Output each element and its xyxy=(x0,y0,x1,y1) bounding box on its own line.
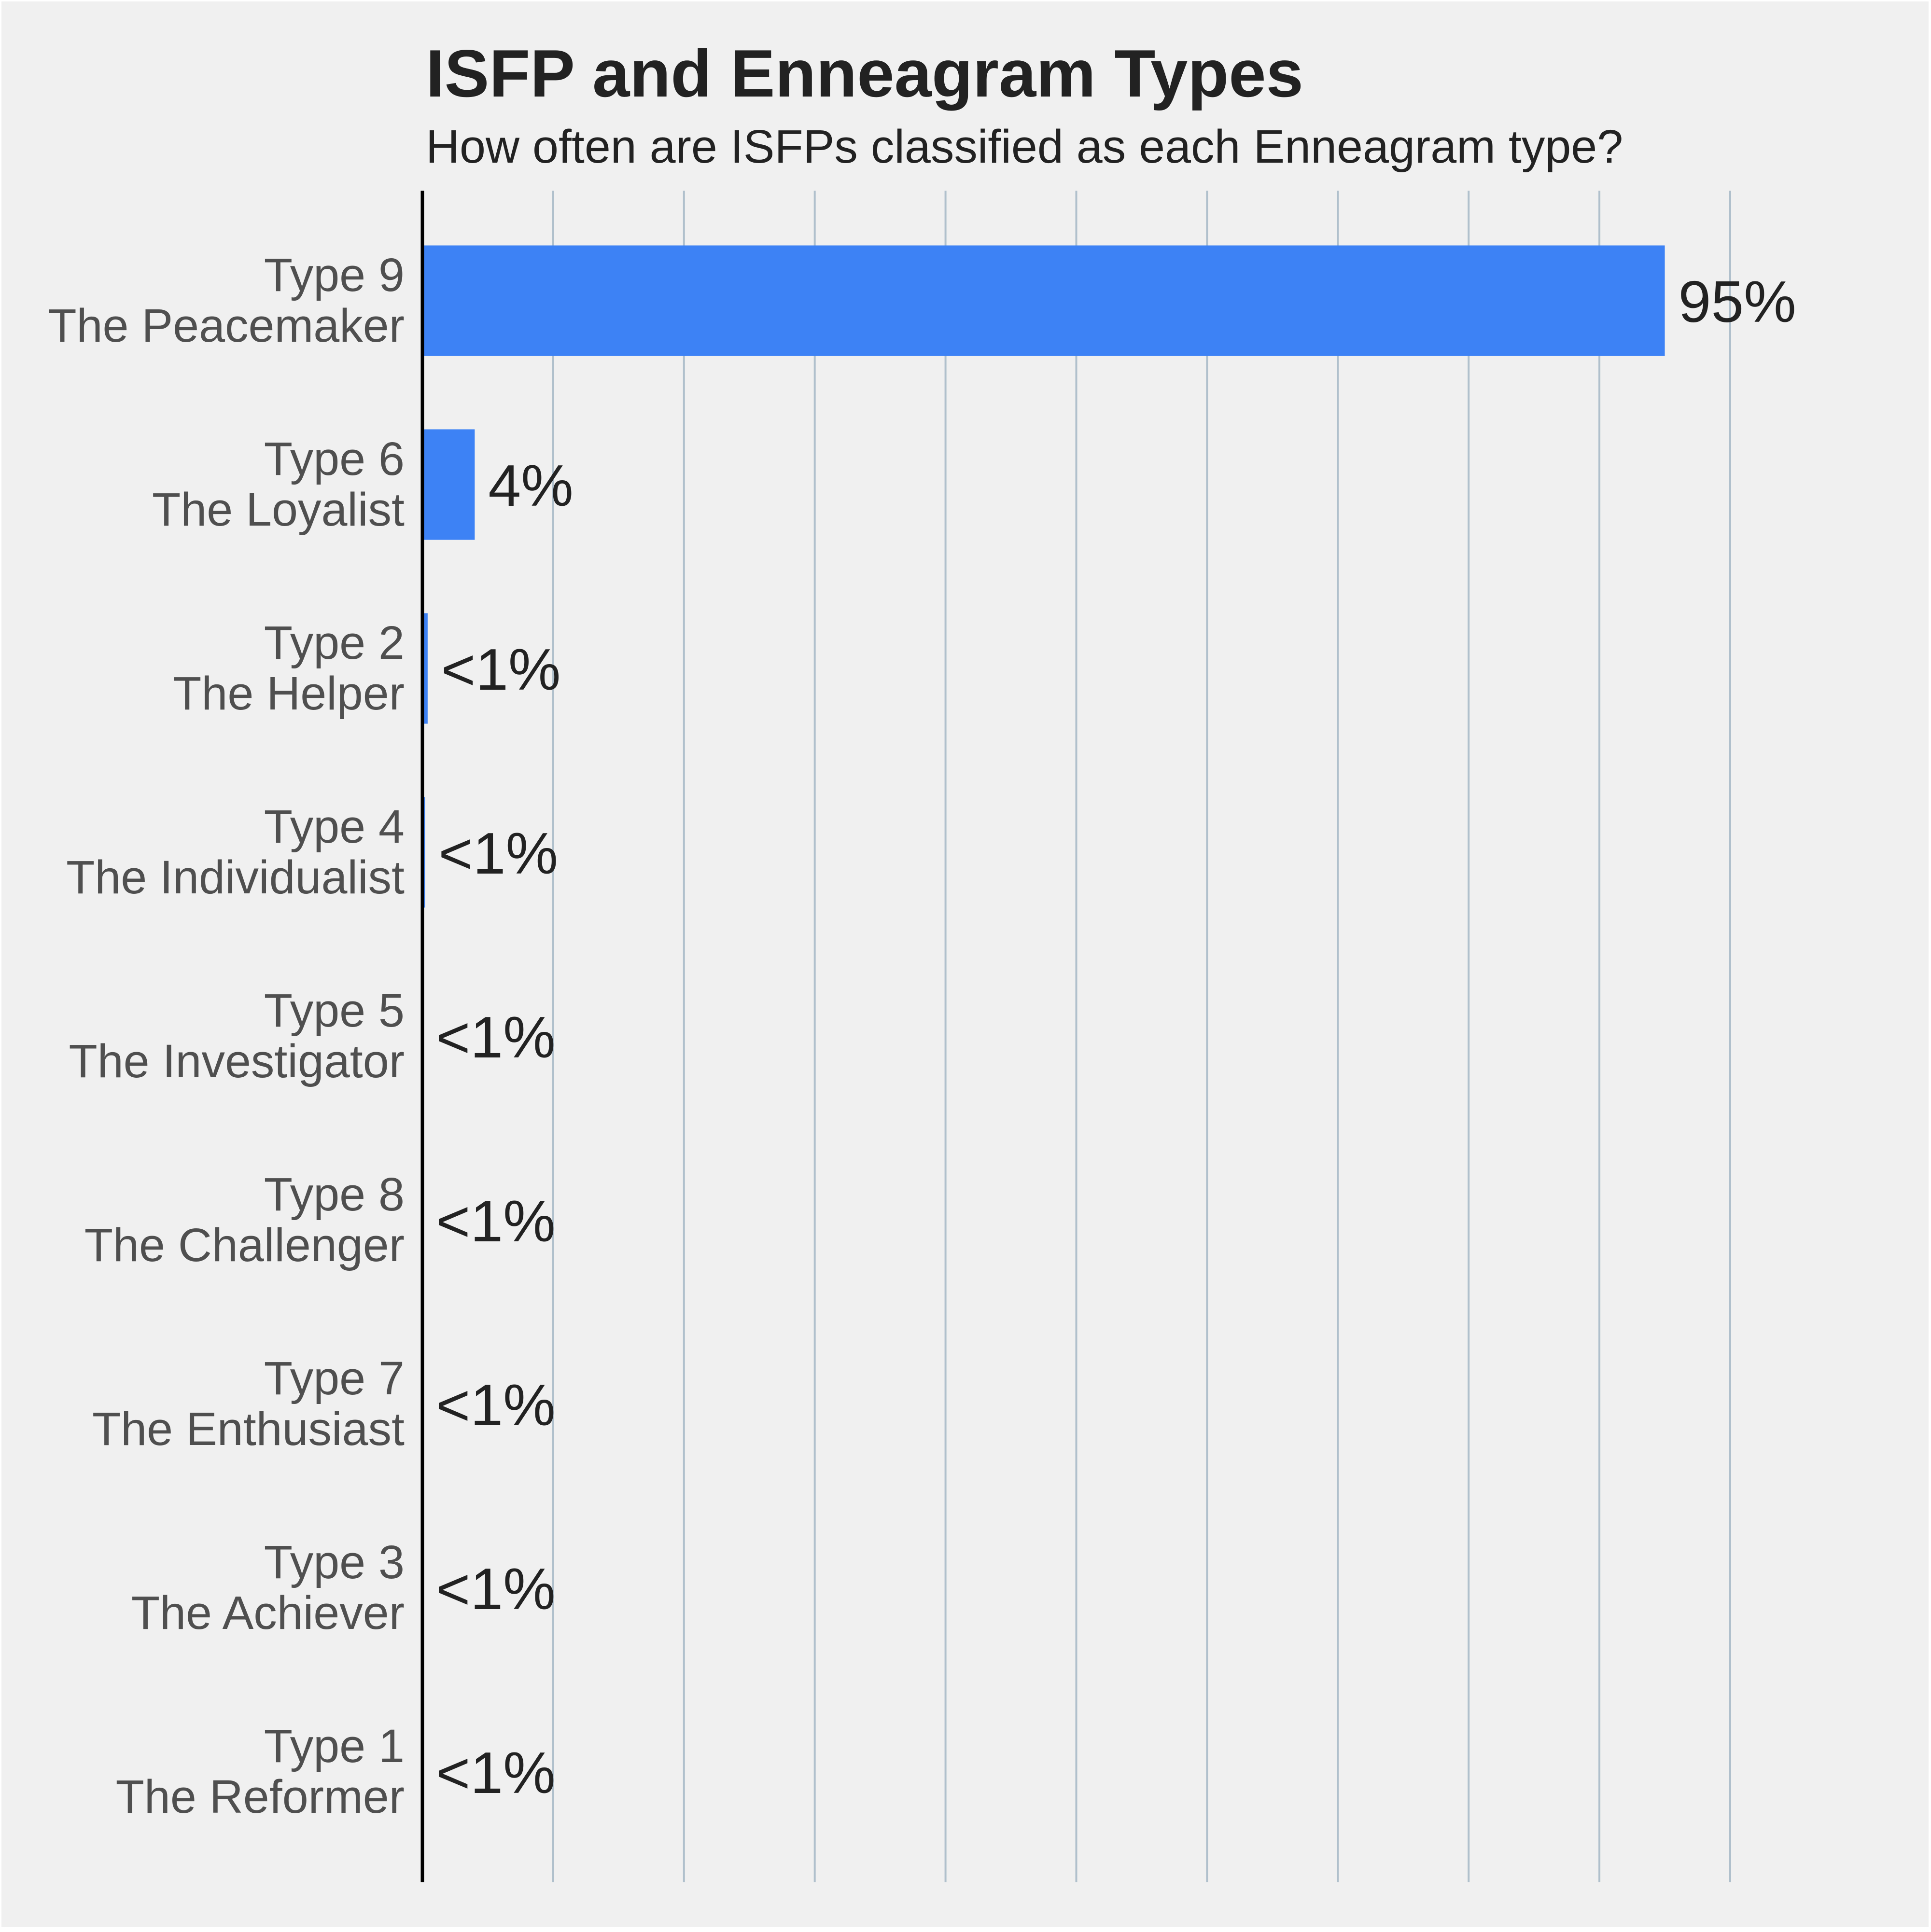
value-label: 4% xyxy=(488,453,573,518)
category-name-label: The Achiever xyxy=(131,1586,405,1639)
category-type-label: Type 3 xyxy=(264,1536,405,1588)
category-name-label: The Loyalist xyxy=(152,483,405,536)
value-label: <1% xyxy=(436,1004,556,1070)
category-name-label: The Reformer xyxy=(116,1770,405,1823)
category-name-label: The Helper xyxy=(173,667,405,720)
chart-title: ISFP and Enneagram Types xyxy=(426,36,1303,111)
category-name-label: The Individualist xyxy=(66,851,405,903)
category-labels: Type 9The Peacemaker Type 6The Loyalist Ty… xyxy=(48,249,405,1823)
gridlines xyxy=(552,191,1731,1882)
value-label: 95% xyxy=(1679,269,1796,334)
chart-canvas: ISFP and Enneagram Types How often are I… xyxy=(1,1,1929,1927)
category-type-label: Type 1 xyxy=(264,1720,405,1772)
value-label: <1% xyxy=(438,820,558,886)
category-type-label: Type 8 xyxy=(264,1168,405,1221)
chart-subtitle: How often are ISFPs classified as each E… xyxy=(426,120,1623,173)
bar-chart: ISFP and Enneagram Types How often are I… xyxy=(48,36,1796,1882)
value-label: <1% xyxy=(441,637,561,702)
category-name-label: The Investigator xyxy=(69,1035,405,1087)
bar xyxy=(422,245,1665,356)
category-type-label: Type 5 xyxy=(264,984,405,1037)
category-name-label: The Peacemaker xyxy=(48,299,405,352)
value-label: <1% xyxy=(436,1188,556,1254)
bars xyxy=(422,245,1665,908)
category-type-label: Type 9 xyxy=(264,249,405,301)
bar xyxy=(422,429,475,540)
category-type-label: Type 2 xyxy=(264,616,405,669)
value-labels: 95% 4% <1% <1% <1% <1% <1% <1% <1% xyxy=(436,269,1796,1806)
category-name-label: The Challenger xyxy=(84,1219,405,1271)
value-label: <1% xyxy=(436,1372,556,1438)
category-type-label: Type 7 xyxy=(264,1352,405,1404)
value-label: <1% xyxy=(436,1740,556,1806)
category-type-label: Type 4 xyxy=(264,800,405,853)
category-type-label: Type 6 xyxy=(264,432,405,485)
value-label: <1% xyxy=(436,1556,556,1622)
category-name-label: The Enthusiast xyxy=(92,1403,405,1455)
